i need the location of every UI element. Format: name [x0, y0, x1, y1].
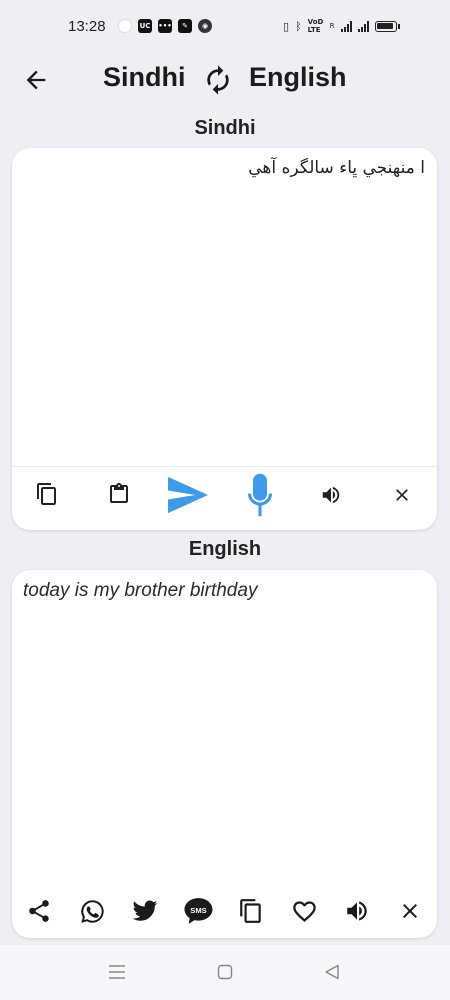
battery-tip [397, 23, 400, 29]
clear-source-button[interactable] [389, 482, 415, 508]
source-panel-title: Sindhi [194, 117, 256, 139]
swap-icon [207, 65, 229, 95]
source-language-label[interactable]: Sindhi [103, 62, 186, 93]
speak-source-button[interactable] [318, 482, 344, 508]
menu-icon [109, 965, 125, 979]
heart-icon [292, 900, 316, 922]
share-button[interactable] [25, 897, 53, 925]
notification-icons: UC ••• ✎ ◉ [118, 19, 212, 33]
svg-text:SMS: SMS [190, 906, 206, 915]
send-icon [168, 476, 208, 514]
copy-source-button[interactable] [34, 481, 60, 507]
vibrate-icon: ▯ [283, 19, 290, 33]
copy-translation-button[interactable] [237, 897, 265, 925]
home-icon [217, 964, 233, 980]
arrow-left-icon [26, 70, 46, 90]
status-time: 13:28 [68, 18, 106, 35]
notification-dot-icon [118, 19, 132, 33]
translate-send-button[interactable] [164, 474, 212, 516]
clipboard-icon [110, 483, 128, 503]
recent-apps-button[interactable] [107, 962, 127, 982]
microphone-icon [247, 473, 273, 517]
close-icon [396, 489, 408, 501]
system-back-button[interactable] [322, 962, 342, 982]
clear-translation-button[interactable] [396, 897, 424, 925]
uc-browser-icon: UC [138, 19, 152, 33]
whatsapp-share-button[interactable] [78, 897, 106, 925]
source-panel: ا منهنجي ڀاء سالگره آهي [12, 148, 437, 530]
close-icon [403, 904, 417, 918]
twitter-share-button[interactable] [130, 897, 160, 925]
battery-icon [374, 20, 397, 32]
signal-2-icon [357, 20, 369, 32]
swap-languages-button[interactable] [202, 64, 234, 96]
app-notification-icon: ◉ [198, 19, 212, 33]
paste-button[interactable] [106, 481, 132, 507]
sms-share-button[interactable]: SMS [182, 896, 214, 926]
target-language-label[interactable]: English [249, 62, 347, 93]
favorite-button[interactable] [290, 897, 318, 925]
whatsapp-icon [80, 899, 104, 923]
system-status-icons: ▯ ᛒ VoD LTE R [283, 18, 400, 34]
signal-1-icon [340, 20, 352, 32]
status-bar: 13:28 UC ••• ✎ ◉ ▯ ᛒ VoD LTE R [0, 0, 450, 56]
share-icon [29, 900, 49, 922]
bluetooth-icon: ᛒ [295, 19, 302, 33]
roaming-label: R [329, 22, 335, 30]
copy-icon [240, 899, 261, 923]
volte-label: VoD LTE [307, 18, 324, 34]
voice-input-button[interactable] [242, 472, 278, 518]
sms-icon: SMS [184, 898, 212, 924]
home-button[interactable] [215, 962, 235, 982]
back-icon [325, 964, 339, 980]
twitter-icon [132, 900, 157, 921]
copy-icon [37, 483, 56, 505]
target-panel-title: English [188, 538, 262, 560]
speak-translation-button[interactable] [343, 897, 371, 925]
target-panel: today is my brother birthday SMS [12, 570, 437, 938]
translated-text: today is my brother birthday [23, 580, 258, 601]
source-text-input[interactable]: ا منهنجي ڀاء سالگره آهي [24, 158, 425, 178]
system-nav-bar [0, 945, 450, 1000]
source-divider [12, 466, 437, 467]
speaker-icon [322, 486, 340, 504]
back-button[interactable] [22, 66, 50, 94]
edit-app-icon: ✎ [178, 19, 192, 33]
chat-icon: ••• [158, 19, 172, 33]
speaker-icon [347, 901, 367, 921]
